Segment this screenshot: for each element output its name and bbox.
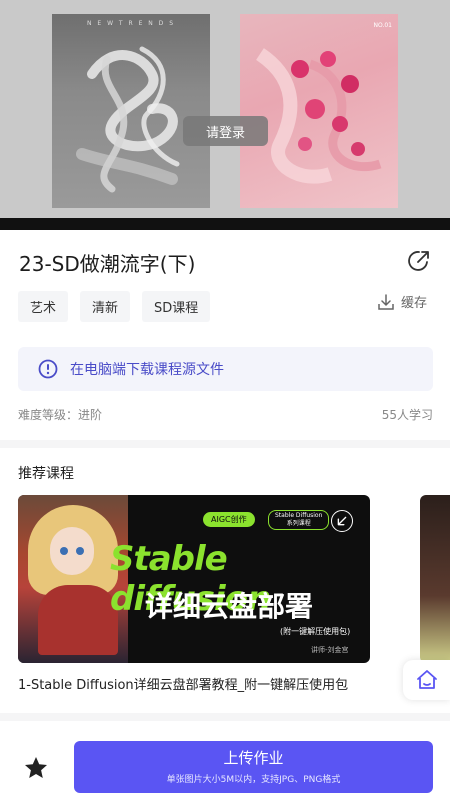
series-badge: Stable Diffusion 系列课程 (268, 510, 330, 530)
recommend-card-caption[interactable]: 1-Stable Diffusion详细云盘部署教程_附一键解压使用包 (18, 674, 403, 693)
series-line-2: 系列课程 (286, 520, 311, 527)
course-tags: 艺术 清新 SD课程 (18, 291, 211, 322)
tag-item[interactable]: 艺术 (18, 291, 69, 322)
upload-label: 上传作业 (223, 749, 284, 767)
course-title: 23-SD做潮流字(下) (19, 252, 196, 276)
notice-text: 在电脑端下载课程源文件 (70, 362, 224, 378)
login-button[interactable]: 请登录 (183, 116, 268, 146)
bottom-divider (0, 713, 450, 721)
difficulty-level: 难度等级：进阶 (18, 408, 103, 422)
card-subline: (附一键解压使用包) (280, 627, 351, 636)
card-headline-cn: 详细云盘部署 (145, 590, 314, 623)
upload-hint: 单张图片大小5M以内，支持JPG、PNG格式 (166, 775, 341, 785)
info-icon (38, 359, 58, 379)
download-source-notice[interactable]: 在电脑端下载课程源文件 (18, 347, 433, 391)
upload-homework-button[interactable]: 上传作业 单张图片大小5M以内，支持JPG、PNG格式 (74, 741, 433, 793)
tag-item[interactable]: 清新 (80, 291, 131, 322)
home-float-button[interactable] (403, 660, 450, 700)
smoke-calligraphy-art (76, 46, 180, 193)
aigc-badge: AIGC创作 (203, 512, 255, 527)
poster-left-image: N E W T R E N D S (52, 14, 210, 208)
arrow-icon (331, 510, 353, 532)
home-icon (416, 670, 437, 689)
download-icon (378, 293, 394, 310)
star-icon[interactable] (22, 754, 50, 782)
cache-label: 缓存 (401, 296, 428, 311)
learner-count: 55人学习 (381, 408, 433, 422)
share-icon[interactable] (406, 248, 432, 274)
video-progress-strip (0, 218, 450, 230)
tag-item[interactable]: SD课程 (142, 291, 211, 322)
rose-ribbon-art (255, 48, 382, 184)
recommend-card-next[interactable] (420, 495, 450, 663)
course-cover: N E W T R E N D S NO.01 请登录 (0, 0, 450, 218)
poster-right-image: NO.01 (240, 14, 398, 208)
recommend-card[interactable]: AIGC创作 Stable Diffusion 系列课程 Stable diff… (18, 495, 370, 663)
card-teacher: 讲师-刘金宫 (311, 646, 349, 654)
section-divider (0, 440, 450, 448)
cache-button[interactable]: 缓存 (377, 292, 427, 311)
recommend-section-title: 推荐课程 (18, 466, 74, 482)
series-line-1: Stable Diffusion (275, 512, 323, 519)
